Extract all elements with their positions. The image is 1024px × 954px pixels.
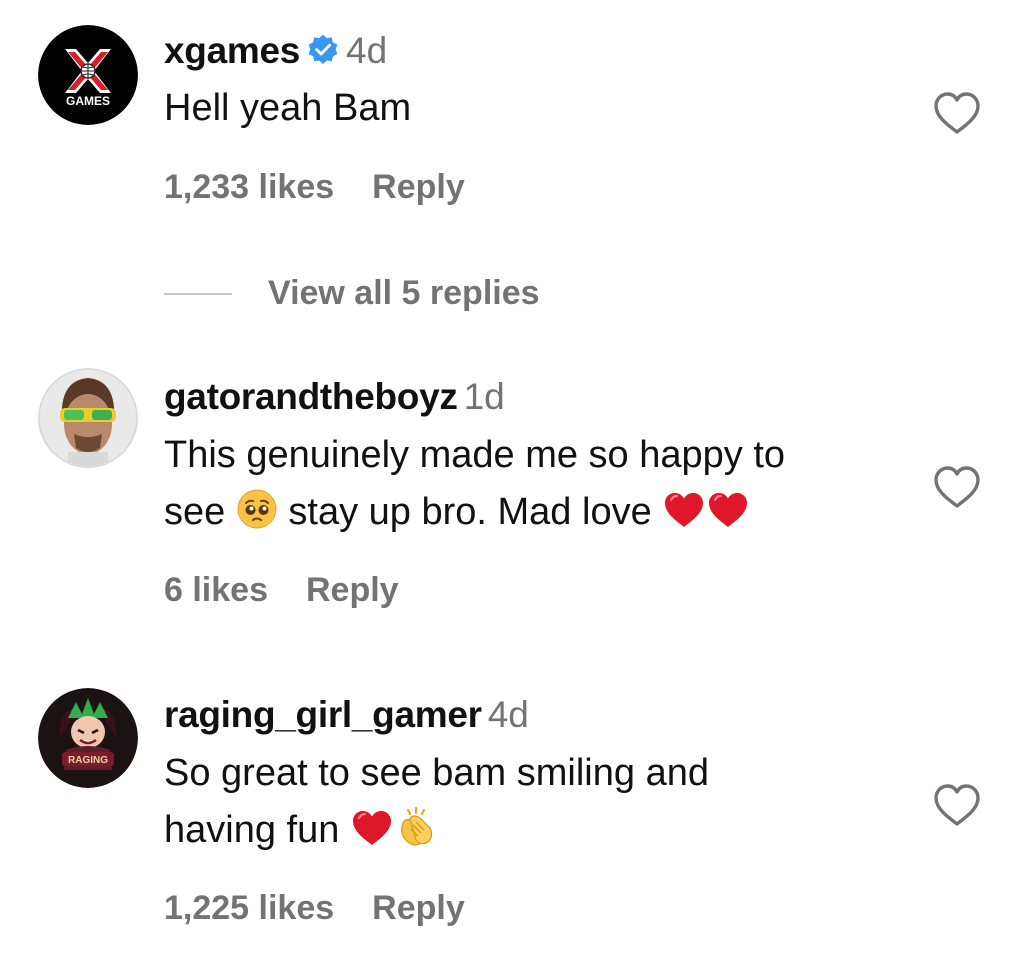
- comment-text-fragment: see: [164, 491, 226, 533]
- comment-header: raging_girl_gamer 4d: [164, 694, 529, 736]
- reply-button[interactable]: Reply: [306, 571, 399, 609]
- username[interactable]: xgames: [164, 30, 300, 71]
- like-heart-icon[interactable]: [932, 464, 982, 510]
- likes-count[interactable]: 6 likes: [164, 571, 268, 609]
- view-replies-label: View all 5 replies: [268, 274, 540, 312]
- comment-header: gatorandtheboyz 1d: [164, 376, 505, 418]
- comment-meta: 1,225 likes Reply: [164, 889, 465, 928]
- comment-timestamp[interactable]: 1d: [464, 376, 505, 417]
- red-heart-emoji-icon: [662, 490, 706, 547]
- replies-divider-line: [164, 292, 232, 295]
- avatar-xgames[interactable]: GAMES: [38, 25, 138, 125]
- likes-count[interactable]: 1,225 likes: [164, 889, 334, 927]
- comment-text-line: So great to see bam smiling and: [164, 752, 709, 794]
- likes-count[interactable]: 1,233 likes: [164, 168, 334, 206]
- comment-text-line: This genuinely made me so happy to: [164, 434, 786, 476]
- comment-text-line-2: having fun: [164, 802, 924, 865]
- reply-button[interactable]: Reply: [372, 168, 465, 206]
- comment-text-line-2: see stay up bro. Mad love: [164, 484, 924, 547]
- like-heart-icon[interactable]: [932, 90, 982, 136]
- username[interactable]: raging_girl_gamer: [164, 694, 482, 735]
- comment-text-line: Hell yeah Bam: [164, 87, 412, 129]
- comment-text: Hell yeah Bam: [164, 80, 924, 137]
- clapping-hands-emoji-icon: [394, 804, 438, 865]
- comment-text-fragment: having fun: [164, 809, 340, 851]
- comment-header: xgames 4d: [164, 30, 387, 72]
- avatar-raging-girl-gamer[interactable]: RAGING: [38, 688, 138, 788]
- reply-button[interactable]: Reply: [372, 889, 465, 927]
- pleading-face-emoji-icon: [236, 488, 278, 547]
- comment-text: This genuinely made me so happy to see s…: [164, 427, 924, 547]
- like-heart-icon[interactable]: [932, 782, 982, 828]
- man-with-sunglasses-avatar-icon: [38, 368, 138, 468]
- username[interactable]: gatorandtheboyz: [164, 376, 458, 417]
- comment-text: So great to see bam smiling and having f…: [164, 745, 924, 865]
- comment-meta: 6 likes Reply: [164, 571, 399, 610]
- comment-timestamp[interactable]: 4d: [346, 30, 387, 71]
- comment-text-fragment: stay up bro. Mad love: [288, 491, 652, 533]
- verified-badge-icon: [306, 33, 340, 72]
- red-heart-emoji-icon: [350, 808, 394, 865]
- view-replies-button[interactable]: View all 5 replies: [164, 274, 540, 314]
- red-heart-emoji-icon: [706, 490, 750, 547]
- raging-gamer-avatar-icon: RAGING: [38, 688, 138, 788]
- comment-meta: 1,233 likes Reply: [164, 168, 465, 207]
- svg-text:RAGING: RAGING: [68, 755, 108, 766]
- svg-text:GAMES: GAMES: [66, 94, 110, 108]
- x-games-logo-icon: GAMES: [38, 25, 138, 125]
- comment-timestamp[interactable]: 4d: [488, 694, 529, 735]
- avatar-gatorandtheboyz[interactable]: [38, 368, 138, 468]
